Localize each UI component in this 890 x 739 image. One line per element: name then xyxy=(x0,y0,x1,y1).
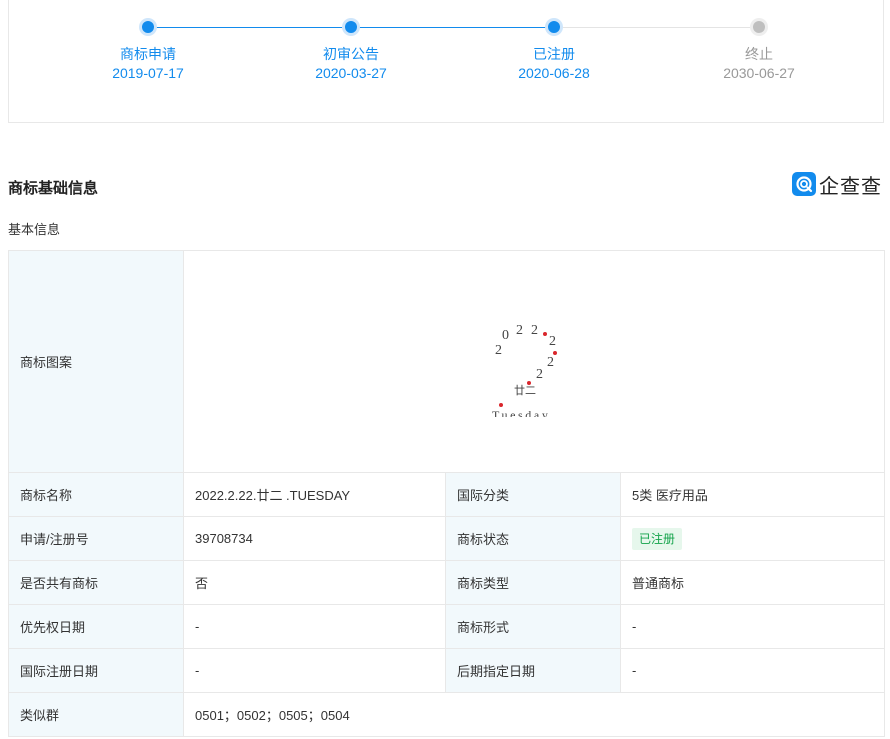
qcc-logo-icon xyxy=(792,172,816,196)
table-label: 国际分类 xyxy=(445,472,621,517)
logo-word-text: Tuesday xyxy=(492,408,550,417)
logo-digit: 2 xyxy=(549,334,556,349)
logo-digit: 0 xyxy=(502,328,509,343)
trademark-form-value: - xyxy=(619,604,886,649)
similar-group-value: 0501；0502；0505；0504 xyxy=(182,692,886,737)
timeline-step-date: 2020-06-28 xyxy=(518,65,590,81)
trademark-name-value: 2022.2.22.廿二 .TUESDAY xyxy=(183,472,446,517)
priority-date-value: - xyxy=(183,604,446,649)
table-label: 国际注册日期 xyxy=(8,648,184,693)
timeline-dot-icon xyxy=(345,21,357,33)
timeline-step-date: 2020-03-27 xyxy=(315,65,387,81)
table-row: 商标名称 2022.2.22.廿二 .TUESDAY 国际分类 5类 医疗用品 xyxy=(8,472,886,517)
timeline-remaining-line xyxy=(554,27,759,28)
logo-digit: 2 xyxy=(536,367,543,382)
logo-digit: 2 xyxy=(516,323,523,338)
international-class-value: 5类 医疗用品 xyxy=(619,472,886,517)
timeline-step-label: 终止 xyxy=(745,46,773,62)
logo-chinese-text: 廿二 xyxy=(514,384,536,397)
table-label: 是否共有商标 xyxy=(8,560,184,605)
logo-digit: 2 xyxy=(495,343,502,358)
timeline-step-date: 2019-07-17 xyxy=(112,65,184,81)
timeline-step-label: 已注册 xyxy=(533,46,575,62)
shared-trademark-value: 否 xyxy=(183,560,446,605)
timeline-dot-icon xyxy=(753,21,765,33)
later-designation-date-value: - xyxy=(619,648,886,693)
table-label: 商标形式 xyxy=(445,604,621,649)
table-label: 申请/注册号 xyxy=(8,516,184,561)
table-row: 是否共有商标 否 商标类型 普通商标 xyxy=(8,560,886,605)
table-row: 国际注册日期 - 后期指定日期 - xyxy=(8,648,886,693)
section-title: 商标基础信息 xyxy=(8,180,99,197)
brand-logo[interactable]: 企查查 xyxy=(792,171,882,198)
table-label: 类似群 xyxy=(8,692,184,737)
timeline-step-label: 初审公告 xyxy=(323,46,379,62)
timeline-step-date: 2030-06-27 xyxy=(723,65,795,81)
brand-name: 企查查 xyxy=(819,175,882,198)
timeline-dot-icon xyxy=(548,21,560,33)
logo-digit: 2 xyxy=(547,355,554,370)
table-label: 商标类型 xyxy=(445,560,621,605)
timeline-dot-icon xyxy=(142,21,154,33)
subsection-title: 基本信息 xyxy=(8,222,61,237)
table-row: 类似群 0501；0502；0505；0504 xyxy=(8,692,886,737)
table-row: 申请/注册号 39708734 商标状态 已注册 xyxy=(8,516,886,561)
logo-digit: 2 xyxy=(531,323,538,338)
trademark-logo-image[interactable]: 2 0 2 2 2 2 2 廿二 Tuesday xyxy=(479,307,589,417)
table-row: 优先权日期 - 商标形式 - xyxy=(8,604,886,649)
trademark-status-cell: 已注册 xyxy=(619,516,886,561)
registration-number-value: 39708734 xyxy=(183,516,446,561)
timeline-step-label: 商标申请 xyxy=(120,46,176,62)
table-label: 优先权日期 xyxy=(8,604,184,649)
table-label: 商标图案 xyxy=(8,250,184,473)
trademark-image-cell: 2 0 2 2 2 2 2 廿二 Tuesday xyxy=(182,250,886,473)
trademark-info-table: 商标图案 2 0 2 2 2 2 2 廿二 Tuesday 商标名称 2022.… xyxy=(8,250,886,737)
status-badge: 已注册 xyxy=(632,527,683,550)
table-label: 商标名称 xyxy=(8,472,184,517)
trademark-timeline: 商标申请 2019-07-17 初审公告 2020-03-27 已注册 2020… xyxy=(8,0,884,123)
table-label: 商标状态 xyxy=(445,516,621,561)
international-registration-date-value: - xyxy=(183,648,446,693)
table-label: 后期指定日期 xyxy=(445,648,621,693)
trademark-type-value: 普通商标 xyxy=(619,560,886,605)
table-row: 商标图案 2 0 2 2 2 2 2 廿二 Tuesday xyxy=(8,250,886,473)
